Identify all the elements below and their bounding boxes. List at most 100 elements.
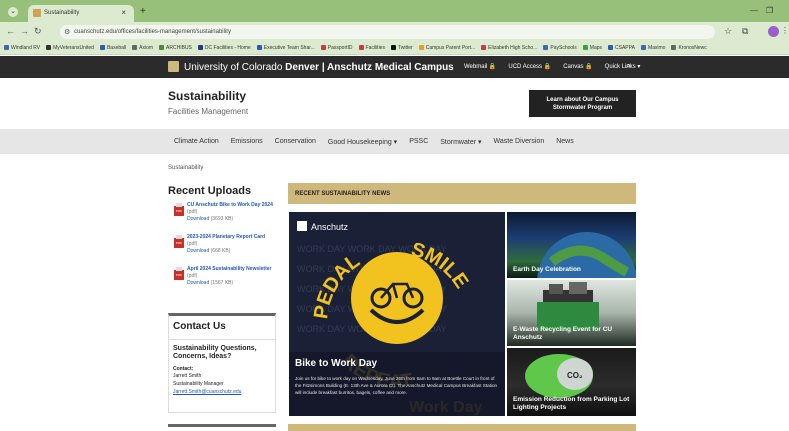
bookmark-label: Campus Parent Port... <box>425 45 476 51</box>
nav-item[interactable]: PSSC <box>403 129 434 154</box>
bookmark-label: Maps <box>589 45 603 51</box>
site-title[interactable]: Sustainability <box>168 89 246 103</box>
upload-item: PDF April 2024 Sustainability Newsletter … <box>174 266 274 287</box>
bookmark-favicon-icon <box>256 45 262 50</box>
bookmark-favicon-icon <box>481 45 487 50</box>
browser-tab[interactable]: Sustainability × <box>28 5 134 22</box>
bookmark-item[interactable]: Executive Team Shar... <box>256 45 315 51</box>
news-tile-emission-reduction[interactable]: CO₂ Emission Reduction from Parking Lot … <box>507 348 636 416</box>
main-navigation: Climate Action Emissions Conservation Good … <box>0 129 789 154</box>
bookmark-item[interactable]: Campus Parent Port... <box>418 45 476 51</box>
bookmark-item[interactable]: MyVeteransUnited <box>46 45 94 51</box>
back-icon[interactable]: ← <box>6 26 15 36</box>
bookmark-star-icon[interactable]: ☆ <box>724 26 732 37</box>
news-tile-e-waste[interactable]: E-Waste Recycling Event for CU Anschutz <box>507 280 636 346</box>
bookmark-favicon-icon <box>418 45 424 50</box>
forward-icon[interactable]: → <box>20 26 29 36</box>
feature-text: Join us for bike to work day on Wednesda… <box>295 376 498 395</box>
bookmark-label: PassportID <box>327 45 353 51</box>
contact-email-link[interactable]: Jarrett.Smith@cuanschutz.edu <box>169 388 275 396</box>
bookmark-label: PaySchools <box>550 45 577 51</box>
news-tile-earth-day[interactable]: Earth Day Celebration <box>507 212 636 278</box>
next-section-heading <box>288 424 636 431</box>
contact-label: Contact: <box>173 366 194 372</box>
bookmark-item[interactable]: KronosNewc <box>671 45 707 51</box>
upload-download-link[interactable]: Download <box>187 280 209 286</box>
bookmark-item[interactable]: Windland RV <box>4 45 40 51</box>
upload-title-link[interactable]: April 2024 Sustainability Newsletter <box>187 266 271 272</box>
contact-name: Jarrett Smith <box>173 373 202 379</box>
url-input[interactable]: ⚙ cuanschutz.edu/offices/facilities-mana… <box>60 25 715 39</box>
profile-avatar[interactable] <box>768 26 779 37</box>
header-link[interactable]: Canvas 🔒 <box>563 64 592 70</box>
site-subtitle: Facilities Management <box>168 107 249 116</box>
bookmark-item[interactable]: Twitter <box>390 45 413 51</box>
bookmark-item[interactable]: Axiom <box>132 45 153 51</box>
bookmark-item[interactable]: PassportID <box>320 45 353 51</box>
nav-item[interactable]: Good Housekeeping ▾ <box>322 129 403 154</box>
nav-item[interactable]: Climate Action <box>168 129 225 154</box>
menu-icon[interactable]: ⋮ <box>781 26 789 35</box>
bookmark-favicon-icon <box>197 45 203 50</box>
pdf-file-icon: PDF <box>174 267 184 280</box>
upload-type: (pdf) <box>187 209 198 215</box>
nav-item[interactable]: Waste Diversion <box>488 129 551 154</box>
upload-title-link[interactable]: 2023-2024 Planetary Report Card <box>187 234 265 240</box>
site-info-icon[interactable]: ⚙ <box>64 28 70 36</box>
pdf-file-icon: PDF <box>174 235 184 248</box>
header-link[interactable]: UCD Access 🔒 <box>508 64 551 70</box>
tile-title: Earth Day Celebration <box>513 266 581 273</box>
reload-icon[interactable]: ↻ <box>34 26 42 37</box>
maximize-icon[interactable]: ❐ <box>766 6 773 15</box>
bookmark-favicon-icon <box>390 45 396 50</box>
bookmarks-bar: Windland RV MyVeteransUnited Baseball Axiom… <box>0 42 789 55</box>
bookmark-item[interactable]: PaySchools <box>543 45 577 51</box>
bookmark-item[interactable]: DC Facilities - Home <box>197 45 251 51</box>
bookmark-item[interactable]: ARCHIBUS <box>159 45 192 51</box>
bookmark-label: Twitter <box>397 45 413 51</box>
upload-download-link[interactable]: Download <box>187 216 209 222</box>
recent-uploads-heading: Recent Uploads <box>168 185 252 197</box>
address-bar-row: ← → ↻ ⚙ cuanschutz.edu/offices/facilitie… <box>0 22 789 42</box>
nav-item[interactable]: Conservation <box>269 129 322 154</box>
bookmark-label: CSAPPA <box>615 45 635 51</box>
upload-download-link[interactable]: Download <box>187 248 209 254</box>
bookmark-item[interactable]: CSAPPA <box>608 45 635 51</box>
nav-item[interactable]: News <box>550 129 580 154</box>
upload-title-link[interactable]: CU Anschutz Bike to Work Day 2024 <box>187 202 273 208</box>
favicon-icon <box>33 9 41 17</box>
university-brand[interactable]: University of Colorado Denver | Anschutz… <box>168 61 454 73</box>
bookmark-favicon-icon <box>99 45 105 50</box>
new-tab-button[interactable]: + <box>140 6 146 17</box>
upload-item: PDF 2023-2024 Planetary Report Card (pdf)… <box>174 234 274 255</box>
tile-title: Emission Reduction from Parking Lot Ligh… <box>513 396 630 411</box>
bookmark-item[interactable]: Maps <box>582 45 603 51</box>
bookmark-item[interactable]: Baseball <box>99 45 127 51</box>
stormwater-program-button[interactable]: Learn about Our Campus Stormwater Progra… <box>529 90 636 117</box>
bookmark-item[interactable]: Facilities <box>358 45 385 51</box>
bookmark-item[interactable]: Elizabeth High Scho... <box>481 45 537 51</box>
search-icon[interactable]: ⌕ <box>626 60 631 71</box>
bookmark-favicon-icon <box>358 45 364 50</box>
extensions-icon[interactable]: ⧉ <box>742 26 748 37</box>
nav-item[interactable]: Stormwater ▾ <box>434 129 487 154</box>
minimize-icon[interactable]: — <box>750 6 758 15</box>
bookmark-label: Windland RV <box>11 45 41 51</box>
bookmark-label: DC Facilities - Home <box>204 45 251 51</box>
bookmark-label: ARCHIBUS <box>166 45 192 51</box>
feature-news-bike-to-work[interactable]: WORK DAY WORK DAY WORK DAY WORK DAY WORK… <box>289 212 505 416</box>
contact-heading: Contact Us <box>169 316 275 340</box>
header-link[interactable]: Quick Links ▾ <box>605 64 641 70</box>
upload-type: (pdf) <box>187 241 198 247</box>
header-link[interactable]: Webmail 🔒 <box>464 64 496 70</box>
contact-box: Contact Us Sustainability Questions, Con… <box>168 313 276 413</box>
bookmark-label: Baseball <box>106 45 127 51</box>
bookmark-item[interactable]: Maximo <box>640 45 665 51</box>
tab-close-icon[interactable]: × <box>121 8 126 17</box>
breadcrumb[interactable]: Sustainability <box>168 165 203 171</box>
feature-title[interactable]: Bike to Work Day <box>295 358 377 369</box>
nav-item[interactable]: Emissions <box>225 129 269 154</box>
tab-search-icon[interactable]: ⌄ <box>8 7 18 17</box>
browser-tab-bar: ⌄ Sustainability × + — ❐ <box>0 0 789 22</box>
svg-text:CO₂: CO₂ <box>567 371 583 380</box>
